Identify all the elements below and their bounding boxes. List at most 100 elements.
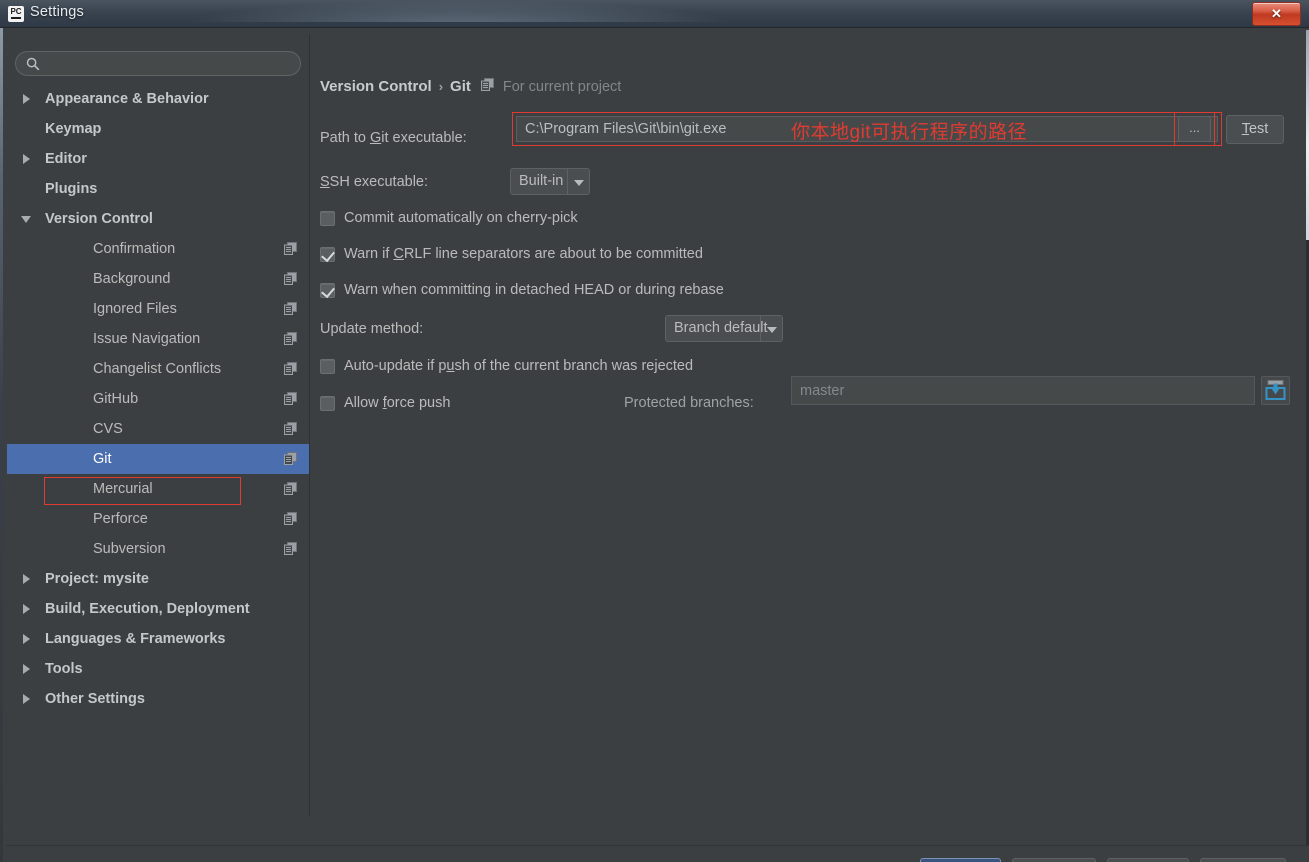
sidebar-item-subversion[interactable]: Subversion bbox=[7, 534, 309, 564]
sidebar-item-label: Background bbox=[93, 271, 171, 287]
settings-dialog: PC Settings ✕ Appearance & Behavior Keyma… bbox=[0, 0, 1309, 862]
protected-branches-input[interactable] bbox=[791, 376, 1255, 405]
sidebar-item-cvs[interactable]: CVS bbox=[7, 414, 309, 444]
search-input[interactable] bbox=[46, 55, 296, 75]
sidebar-item-tools[interactable]: Tools bbox=[7, 654, 309, 684]
chevron-right-icon[interactable] bbox=[19, 571, 35, 587]
warn-detached-head-label: Warn when committing in detached HEAD or… bbox=[344, 282, 724, 298]
sidebar-item-label: Build, Execution, Deployment bbox=[45, 601, 250, 617]
sidebar-item-ignored-files[interactable]: Ignored Files bbox=[7, 294, 309, 324]
warn-detached-head-row[interactable]: Warn when committing in detached HEAD or… bbox=[320, 282, 724, 298]
sidebar-item-label: Appearance & Behavior bbox=[45, 91, 209, 107]
update-method-value: Branch default bbox=[674, 320, 768, 336]
warn-crlf-label: Warn if CRLF line separators are about t… bbox=[344, 246, 703, 262]
dialog-body: Appearance & Behavior Keymap Editor Plugins… bbox=[3, 28, 1309, 862]
allow-force-push-row[interactable]: Allow force push bbox=[320, 395, 450, 411]
chevron-right-icon[interactable] bbox=[19, 631, 35, 647]
apply-button[interactable]: Apply bbox=[1107, 858, 1189, 862]
git-settings-pane: Version Control › Git For current projec… bbox=[313, 34, 1301, 817]
settings-tree-panel: Appearance & Behavior Keymap Editor Plugins… bbox=[7, 34, 310, 817]
sidebar-item-build-execution-deployment[interactable]: Build, Execution, Deployment bbox=[7, 594, 309, 624]
sidebar-item-project-mysite[interactable]: Project: mysite bbox=[7, 564, 309, 594]
chevron-right-icon[interactable] bbox=[19, 91, 35, 107]
sidebar-item-editor[interactable]: Editor bbox=[7, 144, 309, 174]
search-icon bbox=[26, 57, 40, 71]
sidebar-item-appearance-behavior[interactable]: Appearance & Behavior bbox=[7, 84, 309, 114]
sidebar-item-plugins[interactable]: Plugins bbox=[7, 174, 309, 204]
breadcrumb-current: Git bbox=[450, 78, 471, 95]
chevron-right-icon[interactable] bbox=[19, 601, 35, 617]
chevron-right-icon[interactable] bbox=[19, 151, 35, 167]
project-scope-icon bbox=[480, 78, 494, 95]
git-executable-path-input[interactable] bbox=[516, 116, 1218, 142]
sidebar-item-mercurial[interactable]: Mercurial bbox=[7, 474, 309, 504]
expand-list-icon[interactable] bbox=[1261, 376, 1290, 405]
breadcrumb-root[interactable]: Version Control bbox=[320, 78, 432, 95]
search-box[interactable] bbox=[15, 51, 301, 76]
sidebar-item-label: CVS bbox=[93, 421, 123, 437]
sidebar-item-git[interactable]: Git bbox=[7, 444, 309, 474]
update-method-select[interactable]: Branch default bbox=[665, 315, 783, 342]
ok-button[interactable]: OK bbox=[920, 858, 1001, 862]
chevron-right-icon[interactable] bbox=[19, 691, 35, 707]
dialog-footer: OK Cancel Apply Help bbox=[3, 846, 1309, 862]
project-scope-icon bbox=[284, 392, 297, 405]
breadcrumb-scope-label: For current project bbox=[502, 78, 622, 95]
sidebar-item-label: Keymap bbox=[45, 121, 102, 137]
test-button[interactable]: Test bbox=[1226, 115, 1284, 144]
sidebar-item-label: Project: mysite bbox=[45, 571, 149, 587]
browse-button[interactable]: ... bbox=[1178, 116, 1211, 142]
chevron-right-icon[interactable] bbox=[19, 661, 35, 677]
sidebar-item-github[interactable]: GitHub bbox=[7, 384, 309, 414]
warn-crlf-row[interactable]: Warn if CRLF line separators are about t… bbox=[320, 246, 703, 262]
sidebar-item-changelist-conflicts[interactable]: Changelist Conflicts bbox=[7, 354, 309, 384]
sidebar-item-keymap[interactable]: Keymap bbox=[7, 114, 309, 144]
cancel-button[interactable]: Cancel bbox=[1012, 858, 1096, 862]
chevron-down-icon[interactable] bbox=[567, 169, 589, 194]
close-icon: ✕ bbox=[1271, 6, 1282, 21]
path-to-git-label: Path to Git executable: bbox=[320, 130, 467, 146]
ssh-executable-select[interactable]: Built-in bbox=[510, 168, 590, 195]
auto-update-label: Auto-update if push of the current branc… bbox=[344, 358, 694, 374]
project-scope-icon bbox=[284, 482, 297, 495]
help-button[interactable]: Help bbox=[1200, 858, 1286, 862]
commit-on-cherry-pick-checkbox[interactable] bbox=[320, 210, 335, 226]
project-scope-icon bbox=[284, 542, 297, 555]
sidebar-item-issue-navigation[interactable]: Issue Navigation bbox=[7, 324, 309, 354]
sidebar-item-languages-frameworks[interactable]: Languages & Frameworks bbox=[7, 624, 309, 654]
sidebar-item-confirmation[interactable]: Confirmation bbox=[7, 234, 309, 264]
sidebar-item-label: Mercurial bbox=[93, 481, 153, 497]
auto-update-row[interactable]: Auto-update if push of the current branc… bbox=[320, 358, 693, 374]
chevron-down-icon[interactable] bbox=[760, 316, 782, 341]
sidebar-item-background[interactable]: Background bbox=[7, 264, 309, 294]
allow-force-push-label: Allow force push bbox=[344, 395, 451, 411]
auto-update-checkbox[interactable] bbox=[320, 358, 335, 374]
commit-on-cherry-pick-row[interactable]: Commit automatically on cherry-pick bbox=[320, 210, 578, 226]
sidebar-item-label: Other Settings bbox=[45, 691, 145, 707]
sidebar-item-label: Subversion bbox=[93, 541, 166, 557]
pycharm-icon: PC bbox=[8, 6, 24, 22]
warn-crlf-checkbox[interactable] bbox=[320, 246, 335, 262]
breadcrumb-separator: › bbox=[438, 79, 444, 94]
breadcrumb: Version Control › Git For current projec… bbox=[320, 78, 621, 95]
chevron-down-icon[interactable] bbox=[19, 211, 35, 227]
sidebar-item-perforce[interactable]: Perforce bbox=[7, 504, 309, 534]
allow-force-push-checkbox[interactable] bbox=[320, 395, 335, 411]
sidebar-item-other-settings[interactable]: Other Settings bbox=[7, 684, 309, 714]
close-button[interactable]: ✕ bbox=[1252, 2, 1301, 26]
sidebar-item-version-control[interactable]: Version Control bbox=[7, 204, 309, 234]
sidebar-item-label: Version Control bbox=[45, 211, 153, 227]
sidebar-item-label: Confirmation bbox=[93, 241, 176, 257]
warn-detached-head-checkbox[interactable] bbox=[320, 282, 335, 298]
